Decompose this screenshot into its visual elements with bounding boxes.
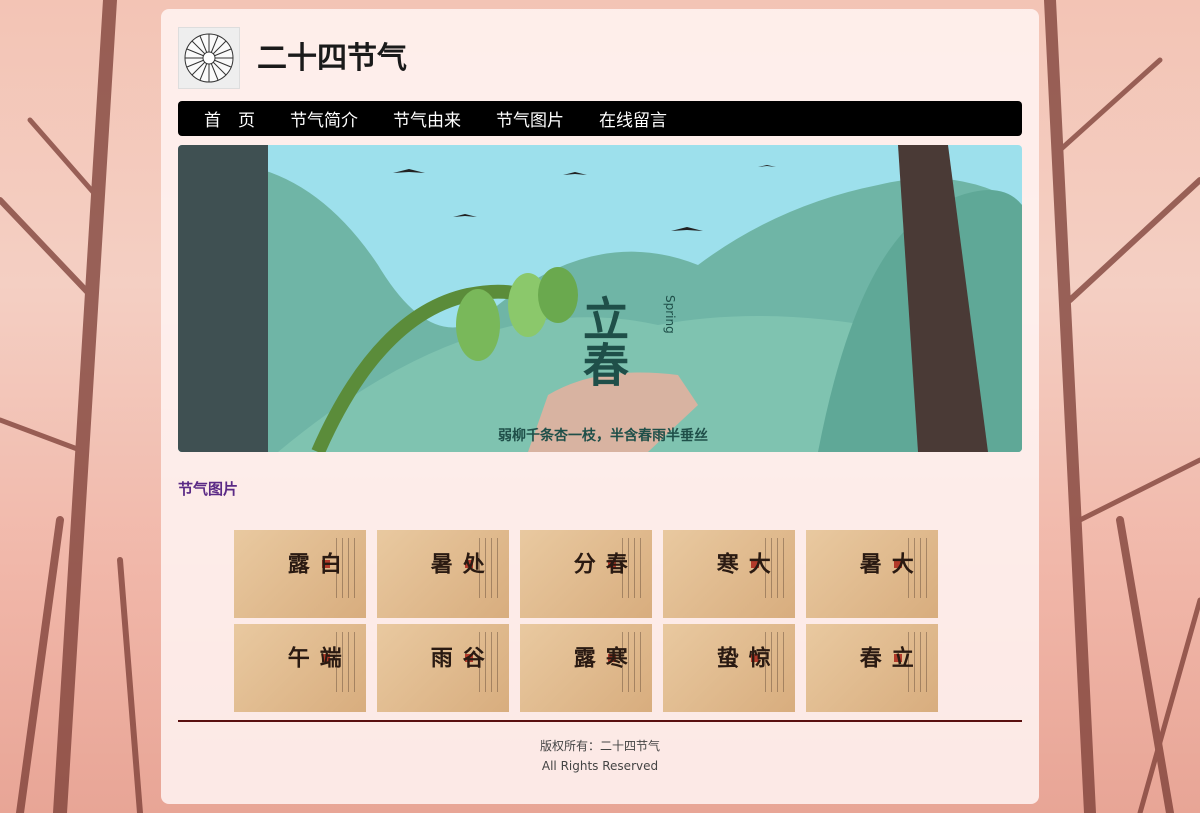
nav-item-home[interactable]: 首 页: [204, 106, 255, 131]
gallery-item-title: 端午: [283, 646, 342, 670]
gallery-item-guyu[interactable]: 谷雨: [377, 624, 509, 712]
footer-copyright: 版权所有：二十四节气: [539, 739, 660, 753]
nav-item-intro[interactable]: 节气简介: [290, 106, 358, 131]
gallery-item-title: 谷雨: [426, 646, 485, 670]
banner-poem: 弱柳千条杏一枝，半含春雨半垂丝: [498, 427, 708, 444]
gallery-item-title: 寒露: [569, 646, 628, 670]
gallery-item-dashu[interactable]: 大暑: [806, 530, 938, 618]
nav-item-origin[interactable]: 节气由来: [393, 106, 461, 131]
site-title: 二十四节气: [257, 41, 407, 76]
banner-title: 立春: [576, 295, 630, 387]
gallery-item-bailu[interactable]: 白露: [234, 530, 366, 618]
hero-banner[interactable]: 立春 Spring 弱柳千条杏一枝，半含春雨半垂丝: [178, 145, 1022, 452]
banner-subtitle: Spring: [663, 295, 677, 334]
footer-rights: All Rights Reserved: [541, 759, 659, 773]
gallery-item-jingzhe[interactable]: 惊蛰: [663, 624, 795, 712]
gallery-item-title: 大暑: [855, 552, 914, 576]
footer-divider: [178, 720, 1022, 722]
gallery-item-chunfen[interactable]: 春分: [520, 530, 652, 618]
gallery-item-duanwu[interactable]: 端午: [234, 624, 366, 712]
main-container: 二十四节气 首 页 节气简介 节气由来 节气图片 在线留言 立春 Spring …: [161, 9, 1039, 804]
nav-item-guestbook[interactable]: 在线留言: [599, 106, 667, 131]
gallery-grid: 白露 处暑 春分 大寒 大暑 端午 谷雨 寒露 惊蛰 立春: [234, 530, 944, 712]
gallery-item-title: 处暑: [426, 552, 485, 576]
gallery-item-title: 惊蛰: [712, 646, 771, 670]
gallery-item-title: 白露: [283, 552, 342, 576]
logo-icon[interactable]: [178, 27, 240, 89]
gallery-item-title: 大寒: [712, 552, 771, 576]
gallery-item-title: 立春: [855, 646, 914, 670]
gallery-item-title: 春分: [569, 552, 628, 576]
nav-item-pictures[interactable]: 节气图片: [496, 106, 564, 131]
section-title: 节气图片: [178, 480, 239, 498]
gallery-item-lichun[interactable]: 立春: [806, 624, 938, 712]
gallery-item-chushu[interactable]: 处暑: [377, 530, 509, 618]
main-nav: 首 页 节气简介 节气由来 节气图片 在线留言: [178, 101, 1022, 136]
gallery-item-hanlu[interactable]: 寒露: [520, 624, 652, 712]
gallery-item-dahan[interactable]: 大寒: [663, 530, 795, 618]
